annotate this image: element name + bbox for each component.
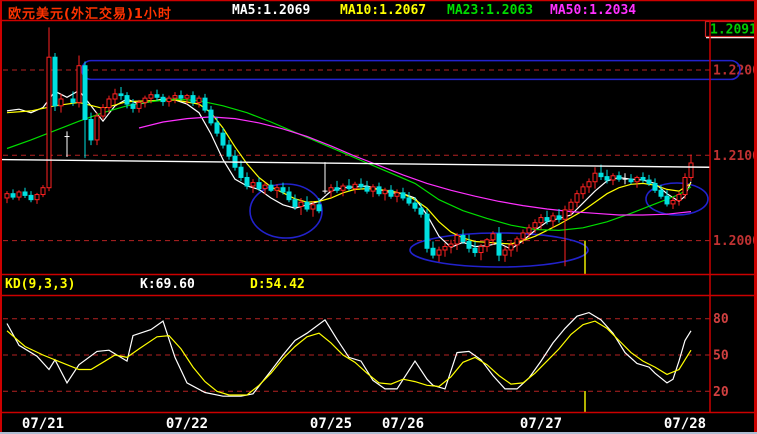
horizontal-trendline[interactable] xyxy=(0,158,711,168)
kd-tick-label: 80 xyxy=(713,312,729,327)
window-frame xyxy=(0,0,757,434)
price-tick-label: 1.2200 xyxy=(713,64,757,79)
date-label: 07/26 xyxy=(382,416,424,432)
kd-tick-label: 20 xyxy=(713,385,729,400)
main-gridlines: 1.2200 1.2100 1.2000 xyxy=(3,64,757,249)
instrument-title: 欧元美元(外汇交易)1小时 xyxy=(8,7,172,22)
date-label: 07/28 xyxy=(664,416,706,432)
trading-terminal-window: 1.2200 1.2100 1.2000 80 50 20 07/21 07/22 07/25 0… xyxy=(0,0,757,434)
ma23-line xyxy=(6,98,692,232)
last-price-badge: 1.2091 xyxy=(704,20,757,38)
date-label: 07/25 xyxy=(310,416,352,432)
chart-canvas[interactable]: 1.22001.21001.200080502007/21 07/22 07/25 0… xyxy=(0,0,757,434)
kd-gridlines: 80 50 20 xyxy=(3,312,729,400)
ma5-line xyxy=(6,89,692,250)
candles-layer xyxy=(4,27,694,267)
kd-d-value: D:54.42 xyxy=(250,277,305,292)
ma5-legend: MA5:1.2069 xyxy=(232,3,311,18)
price-tick-label: 1.2000 xyxy=(713,234,757,249)
kd-k-value: K:69.60 xyxy=(140,277,195,292)
ma23-legend: MA23:1.2063 xyxy=(447,3,534,18)
kd-tick-label: 50 xyxy=(713,349,729,364)
date-label: 07/27 xyxy=(520,416,562,432)
ma10-line xyxy=(6,99,692,245)
price-tick-label: 1.2100 xyxy=(713,149,757,164)
kd-indicator-name: KD(9,3,3) xyxy=(5,277,76,292)
moving-averages xyxy=(6,89,692,250)
date-axis: 07/21 07/22 07/25 07/26 07/27 07/28 xyxy=(22,416,706,432)
ma10-legend: MA10:1.2067 xyxy=(340,3,427,18)
ellipse-annotation xyxy=(249,183,323,239)
date-label: 07/22 xyxy=(166,416,208,432)
k-line xyxy=(6,311,692,397)
ma50-legend: MA50:1.2034 xyxy=(550,3,637,18)
last-price-value: 1.2091 xyxy=(710,23,757,38)
d-line xyxy=(6,320,692,396)
date-label: 07/21 xyxy=(22,416,64,432)
